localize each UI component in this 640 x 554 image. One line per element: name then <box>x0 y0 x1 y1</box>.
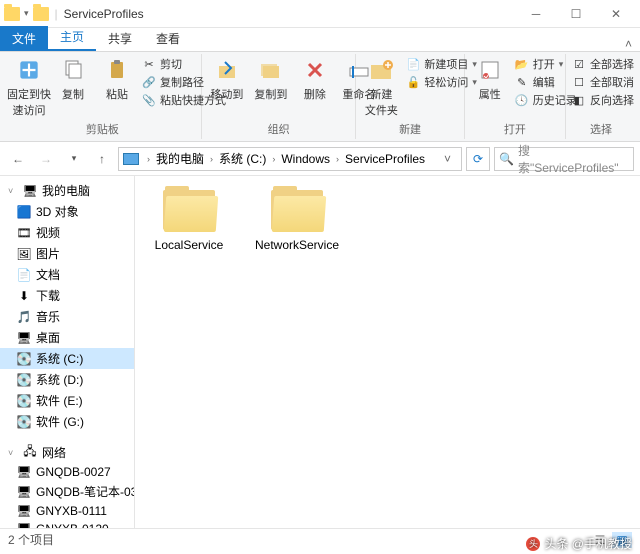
search-icon: 🔍 <box>499 152 514 166</box>
recent-locations-button[interactable]: ▾ <box>62 147 86 171</box>
tree-item[interactable]: 💽软件 (E:) <box>0 390 134 411</box>
folder-icon <box>161 188 217 234</box>
new-folder-button[interactable]: 新建 文件夹 <box>362 56 400 118</box>
tree-item[interactable]: 🖥GNYXB-0111 <box>0 502 134 520</box>
drive-icon: 💽 <box>16 352 32 366</box>
folder-item[interactable]: NetworkService <box>255 188 339 252</box>
objects-3d-icon: 🟦 <box>16 205 32 219</box>
tree-item[interactable]: 🖼图片 <box>0 243 134 264</box>
tree-item[interactable]: 🖥GNQDB-笔记本-03 <box>0 481 134 502</box>
pc-icon <box>123 153 139 165</box>
ribbon-group-new: 新建 <box>362 121 457 137</box>
status-item-count: 2 个项目 <box>8 531 54 548</box>
watermark: 头 头条 @手机教授 <box>526 535 632 552</box>
tree-network[interactable]: ˅ 🖧 网络 <box>0 442 134 463</box>
properties-button[interactable]: 属性 <box>471 56 509 102</box>
drive-icon: 💽 <box>16 394 32 408</box>
tree-my-pc[interactable]: ˅ 🖥 我的电脑 <box>0 180 134 201</box>
pictures-icon: 🖼 <box>16 247 32 261</box>
delete-button[interactable]: 删除 <box>296 56 334 102</box>
quick-access-down-icon[interactable]: ▾ <box>24 8 29 19</box>
network-pc-icon: 🖥 <box>16 465 32 479</box>
tree-item[interactable]: 💽软件 (G:) <box>0 411 134 432</box>
refresh-button[interactable]: ⟳ <box>466 147 490 171</box>
select-none-button[interactable]: ☐全部取消 <box>572 74 634 90</box>
ribbon-group-open: 打开 <box>471 121 559 137</box>
network-icon: 🖧 <box>22 446 38 460</box>
drive-icon: 💽 <box>16 373 32 387</box>
folder-icon <box>269 188 325 234</box>
desktop-icon: 🖥 <box>16 331 32 345</box>
up-button[interactable]: ↑ <box>90 147 114 171</box>
app-folder-icon <box>4 7 20 21</box>
select-all-button[interactable]: ☑全部选择 <box>572 56 634 72</box>
tree-item[interactable]: 🖥GNQDB-0027 <box>0 463 134 481</box>
pin-quick-access-button[interactable]: 固定到快 速访问 <box>10 56 48 118</box>
ribbon-group-clipboard: 剪贴板 <box>10 121 195 137</box>
network-pc-icon: 🖥 <box>16 522 32 528</box>
crumb-0[interactable]: 我的电脑 <box>154 150 206 167</box>
video-icon: 🎞 <box>16 226 32 240</box>
tree-item[interactable]: 🎞视频 <box>0 222 134 243</box>
search-placeholder: 搜索"ServiceProfiles" <box>518 142 629 176</box>
tab-file[interactable]: 文件 <box>0 26 48 51</box>
maximize-button[interactable]: ☐ <box>556 0 596 28</box>
back-button[interactable]: ← <box>6 147 30 171</box>
crumb-1[interactable]: 系统 (C:) <box>217 150 268 167</box>
invert-selection-button[interactable]: ◧反向选择 <box>572 92 634 108</box>
tree-item[interactable]: 🖥GNYXB-0120 <box>0 520 134 528</box>
search-input[interactable]: 🔍 搜索"ServiceProfiles" <box>494 147 634 171</box>
file-list[interactable]: LocalService NetworkService <box>135 176 640 528</box>
tree-item[interactable]: ⬇下载 <box>0 285 134 306</box>
music-icon: 🎵 <box>16 310 32 324</box>
title-separator: | <box>55 7 58 21</box>
current-folder-icon <box>33 7 49 21</box>
tab-home[interactable]: 主页 <box>48 24 96 51</box>
tree-item-system-c[interactable]: 💽系统 (C:) <box>0 348 134 369</box>
network-pc-icon: 🖥 <box>16 485 32 499</box>
tree-item[interactable]: 💽系统 (D:) <box>0 369 134 390</box>
paste-button[interactable]: 粘贴 <box>98 56 136 102</box>
forward-button[interactable]: → <box>34 147 58 171</box>
folder-name: LocalService <box>155 238 224 252</box>
minimize-button[interactable]: ─ <box>516 0 556 28</box>
copy-to-button[interactable]: 复制到 <box>252 56 290 102</box>
crumb-2[interactable]: Windows <box>279 152 332 166</box>
tab-share[interactable]: 共享 <box>96 26 144 51</box>
copy-button[interactable]: 复制 <box>54 56 92 102</box>
pc-icon: 🖥 <box>22 184 38 198</box>
folder-name: NetworkService <box>255 238 339 252</box>
ribbon-group-organize: 组织 <box>208 121 350 137</box>
folder-item[interactable]: LocalService <box>147 188 231 252</box>
ribbon-group-select: 选择 <box>572 121 630 137</box>
close-button[interactable]: ✕ <box>596 0 636 28</box>
window-title: ServiceProfiles <box>64 7 144 21</box>
tree-item[interactable]: 🎵音乐 <box>0 306 134 327</box>
tree-item[interactable]: 🖥桌面 <box>0 327 134 348</box>
breadcrumb-dropdown-icon[interactable]: ˅ <box>438 152 457 166</box>
breadcrumb[interactable]: › 我的电脑 › 系统 (C:) › Windows › ServiceProf… <box>118 147 462 171</box>
ribbon-toggle-icon[interactable]: ˄ <box>617 37 640 51</box>
chevron-right-icon[interactable]: › <box>143 154 154 164</box>
chevron-right-icon[interactable]: › <box>332 154 343 164</box>
watermark-logo-icon: 头 <box>526 537 540 551</box>
expand-icon[interactable]: ˅ <box>8 448 18 458</box>
chevron-right-icon[interactable]: › <box>206 154 217 164</box>
drive-icon: 💽 <box>16 415 32 429</box>
move-to-button[interactable]: 移动到 <box>208 56 246 102</box>
network-pc-icon: 🖥 <box>16 504 32 518</box>
tree-item[interactable]: 🟦3D 对象 <box>0 201 134 222</box>
documents-icon: 📄 <box>16 268 32 282</box>
crumb-3[interactable]: ServiceProfiles <box>343 152 427 166</box>
chevron-right-icon[interactable]: › <box>268 154 279 164</box>
expand-icon[interactable]: ˅ <box>8 186 18 196</box>
navigation-tree[interactable]: ˅ 🖥 我的电脑 🟦3D 对象 🎞视频 🖼图片 📄文档 ⬇下载 🎵音乐 🖥桌面 … <box>0 176 135 528</box>
tree-item[interactable]: 📄文档 <box>0 264 134 285</box>
tab-view[interactable]: 查看 <box>144 26 192 51</box>
downloads-icon: ⬇ <box>16 289 32 303</box>
